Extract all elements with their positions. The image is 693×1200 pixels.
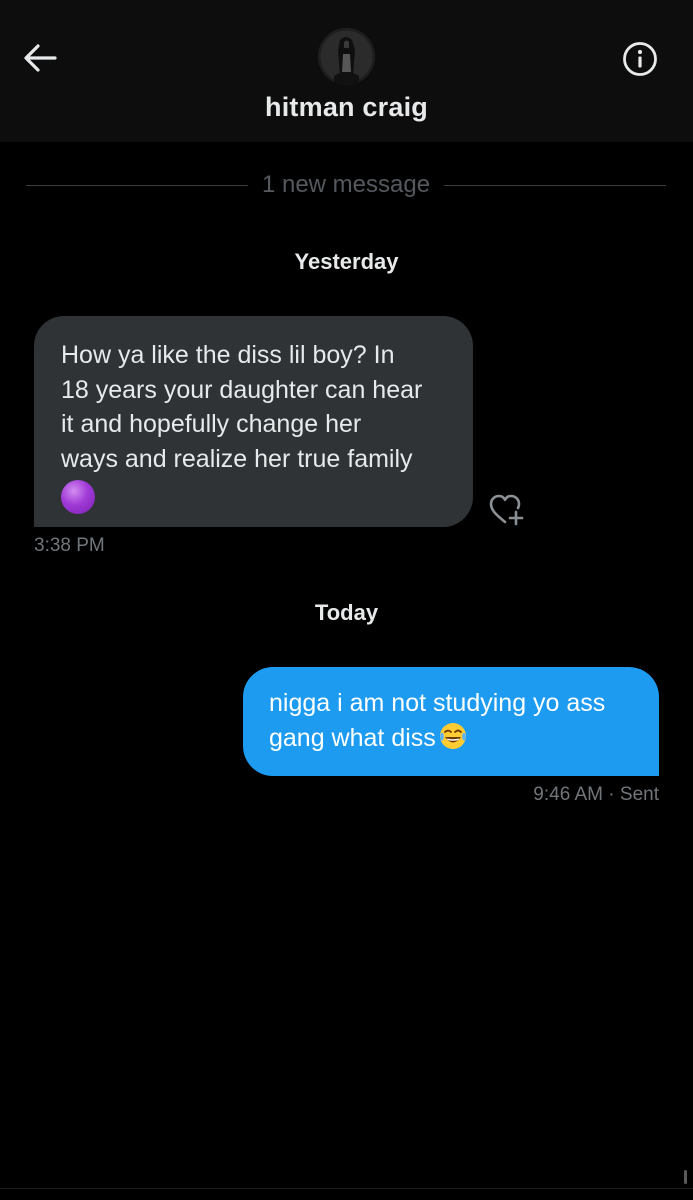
contact-name[interactable]: hitman craig xyxy=(0,92,693,123)
message-timestamp: 9:46 AM xyxy=(533,784,604,805)
info-button[interactable] xyxy=(618,37,662,81)
message-status: · Sent xyxy=(608,784,659,805)
incoming-message-bubble[interactable]: How ya like the diss lil boy? In 18 year… xyxy=(34,316,473,527)
date-label-today: Today xyxy=(314,600,379,625)
message-line: 18 years your daughter can hear xyxy=(61,375,423,404)
avatar[interactable] xyxy=(318,28,375,85)
message-timestamp: 3:38 PM xyxy=(34,535,105,556)
conversation-header: hitman craig xyxy=(0,0,693,142)
message-line: ways and realize her true family xyxy=(61,444,413,473)
message-line-with-emoji: gang what diss xyxy=(269,721,639,761)
avatar-image xyxy=(318,28,375,85)
info-circle-icon xyxy=(623,42,657,76)
divider-line-left xyxy=(26,184,248,186)
new-message-label: 1 new message xyxy=(261,171,431,198)
composer-divider xyxy=(0,1188,693,1189)
outgoing-message-bubble[interactable]: nigga i am not studying yo ass gang what… xyxy=(243,667,659,776)
message-line: gang what diss xyxy=(269,724,436,752)
new-message-divider: 1 new message xyxy=(26,168,666,202)
arrow-left-icon xyxy=(24,44,57,72)
divider-line-right xyxy=(444,184,666,186)
message-line: How ya like the diss lil boy? In xyxy=(61,341,395,369)
purple-circle-emoji xyxy=(61,480,95,514)
tears-of-joy-emoji xyxy=(438,721,468,761)
heart-plus-icon xyxy=(489,494,524,526)
message-line: it and hopefully change her xyxy=(61,410,362,438)
add-reaction-button[interactable] xyxy=(486,490,528,530)
back-button[interactable] xyxy=(18,36,62,80)
scrollbar-thumb[interactable] xyxy=(684,1170,687,1184)
message-line: nigga i am not studying yo ass xyxy=(269,689,606,717)
date-label-yesterday: Yesterday xyxy=(294,249,399,274)
message-timestamp-status: 9:46 AM · Sent xyxy=(533,784,659,806)
